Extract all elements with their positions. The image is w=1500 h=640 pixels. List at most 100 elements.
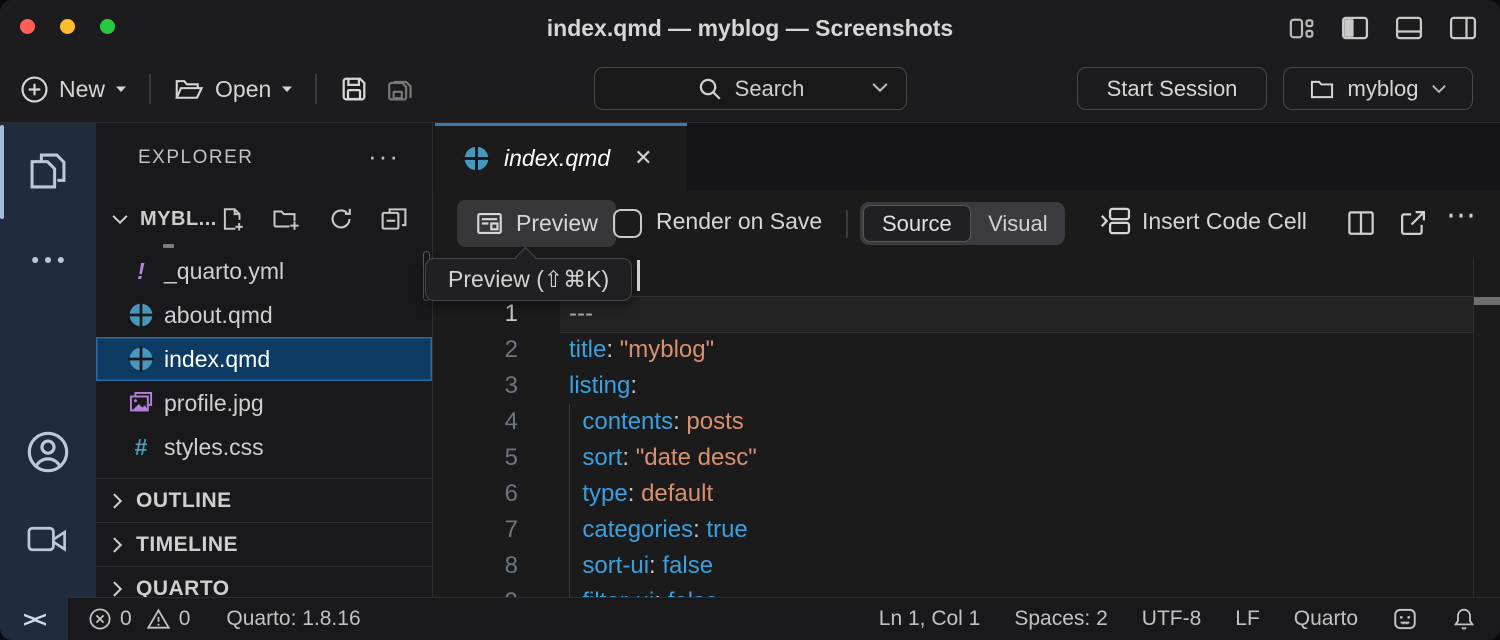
- code-text: contents: posts: [569, 408, 744, 436]
- toolbar-separator: [315, 74, 317, 104]
- folder-icon: [1308, 76, 1336, 102]
- code-text: listing:: [569, 372, 637, 400]
- editor-more-actions-icon[interactable]: ⋯: [1446, 198, 1477, 233]
- workbench: EXPLORER ··· MYBL...: [0, 123, 1500, 597]
- code-text: filter-ui: false: [569, 588, 718, 597]
- search-input[interactable]: Search: [594, 67, 907, 110]
- window-title: index.qmd — myblog — Screenshots: [0, 0, 1500, 56]
- new-folder-icon[interactable]: [272, 205, 302, 233]
- preview-button[interactable]: Preview: [457, 200, 616, 247]
- chevron-down-icon: [1430, 82, 1448, 95]
- visual-mode-button[interactable]: Visual: [971, 211, 1065, 237]
- explorer-more-icon[interactable]: ···: [368, 141, 400, 172]
- project-selector-button[interactable]: myblog: [1283, 67, 1473, 110]
- line-number[interactable]: 7: [434, 516, 518, 544]
- toggle-primary-sidebar-icon[interactable]: [1340, 14, 1370, 42]
- code-line-6[interactable]: 6 type: default: [434, 476, 1500, 512]
- tooltip-text: Preview (⇧⌘K): [448, 266, 609, 293]
- language-mode-status[interactable]: Quarto: [1294, 607, 1358, 631]
- tab-close-icon[interactable]: ✕: [634, 145, 652, 171]
- file-tree: !_quarto.yml about.qmd index.qmdprofile.jp…: [96, 249, 432, 469]
- chevron-down-icon[interactable]: [870, 80, 890, 94]
- open-in-new-window-icon[interactable]: [1398, 208, 1428, 238]
- code-line-4[interactable]: 4 contents: posts: [434, 404, 1500, 440]
- warning-icon: [146, 607, 171, 631]
- new-file-icon[interactable]: [220, 205, 246, 233]
- tab-index-qmd[interactable]: index.qmd ✕: [435, 123, 687, 190]
- save-all-icon[interactable]: [383, 74, 415, 104]
- tree-item-index-qmd[interactable]: index.qmd: [96, 337, 432, 381]
- line-number[interactable]: 8: [434, 552, 518, 580]
- text-cursor: [637, 260, 640, 291]
- new-button[interactable]: New: [20, 75, 127, 104]
- cursor-position-status[interactable]: Ln 1, Col 1: [879, 607, 981, 631]
- render-on-save-checkbox[interactable]: [613, 209, 642, 238]
- feedback-face-icon[interactable]: [1392, 606, 1418, 632]
- line-number[interactable]: 1: [434, 300, 518, 328]
- file-name-label: _quarto.yml: [164, 258, 284, 285]
- code-line-2[interactable]: 2title: "myblog": [434, 332, 1500, 368]
- line-number[interactable]: 3: [434, 372, 518, 400]
- line-number[interactable]: 5: [434, 444, 518, 472]
- remote-indicator[interactable]: ><: [0, 598, 68, 640]
- quarto-version-status[interactable]: Quarto: 1.8.16: [226, 607, 360, 631]
- line-number[interactable]: 4: [434, 408, 518, 436]
- code-area[interactable]: 1---2title: "myblog" 3 listing: 4 contents:…: [434, 257, 1500, 597]
- encoding-status[interactable]: UTF-8: [1142, 607, 1202, 631]
- indent-guide: [569, 404, 570, 597]
- tree-item--quarto-yml[interactable]: !_quarto.yml: [96, 249, 432, 293]
- sidebar-section-timeline[interactable]: TIMELINE: [96, 522, 432, 566]
- more-views-icon[interactable]: [0, 253, 96, 267]
- tab-bar: index.qmd ✕: [434, 123, 1500, 190]
- customize-layout-icon[interactable]: [1287, 15, 1316, 42]
- eol-status[interactable]: LF: [1235, 607, 1260, 631]
- overview-ruler-cursor-mark: [1474, 297, 1500, 305]
- tree-item-about-qmd[interactable]: about.qmd: [96, 293, 432, 337]
- code-line-7[interactable]: 7 categories: true: [434, 512, 1500, 548]
- start-session-button[interactable]: Start Session: [1077, 67, 1267, 110]
- tree-item-profile-jpg[interactable]: profile.jpg: [96, 381, 432, 425]
- explorer-activity-icon[interactable]: [0, 149, 96, 193]
- line-number[interactable]: 6: [434, 480, 518, 508]
- overview-ruler-divider: [1473, 257, 1474, 597]
- tree-item-styles-css[interactable]: #styles.css: [96, 425, 432, 469]
- notifications-bell-icon[interactable]: [1452, 606, 1476, 632]
- workspace-section-header[interactable]: MYBL...: [96, 195, 432, 243]
- status-bar: >< 0 0 Quarto: 1.8.16 Ln 1, Col 1: [0, 597, 1500, 640]
- code-line-1[interactable]: 1---: [434, 296, 1500, 332]
- editor-toolbar-separator: [846, 210, 848, 238]
- insert-code-cell-button[interactable]: Insert Code Cell: [1098, 204, 1307, 238]
- source-mode-button[interactable]: Source: [863, 205, 971, 242]
- open-button[interactable]: Open: [173, 75, 293, 103]
- start-session-label: Start Session: [1107, 76, 1238, 102]
- code-line-3[interactable]: 3 listing:: [434, 368, 1500, 404]
- code-text: sort: "date desc": [569, 444, 757, 472]
- collapse-all-icon[interactable]: [380, 205, 408, 233]
- account-icon[interactable]: [0, 429, 96, 475]
- sidebar-section-quarto[interactable]: QUARTO: [96, 566, 432, 597]
- code-line-9[interactable]: 9 filter-ui: false: [434, 584, 1500, 597]
- screencast-camera-icon[interactable]: [0, 521, 96, 557]
- workspace-name-label: MYBL...: [140, 208, 217, 231]
- titlebar: index.qmd — myblog — Screenshots: [0, 0, 1500, 56]
- toggle-secondary-sidebar-icon[interactable]: [1448, 14, 1478, 42]
- refresh-icon[interactable]: [328, 205, 354, 233]
- code-line-5[interactable]: 5 sort: "date desc": [434, 440, 1500, 476]
- line-number[interactable]: 2: [434, 336, 518, 364]
- line-number[interactable]: 9: [434, 588, 518, 597]
- error-count: 0: [120, 607, 132, 631]
- code-line-8[interactable]: 8 sort-ui: false: [434, 548, 1500, 584]
- warning-count: 0: [179, 607, 191, 631]
- indentation-status[interactable]: Spaces: 2: [1014, 607, 1107, 631]
- sidebar-section-outline[interactable]: OUTLINE: [96, 478, 432, 522]
- preview-tooltip: Preview (⇧⌘K): [425, 258, 632, 301]
- split-editor-icon[interactable]: [1346, 208, 1376, 238]
- file-name-label: about.qmd: [164, 302, 273, 329]
- search-label: Search: [735, 76, 805, 102]
- chevron-right-icon: [110, 579, 124, 598]
- save-icon[interactable]: [339, 74, 369, 104]
- problems-status[interactable]: 0 0: [88, 607, 190, 631]
- editor-group: index.qmd ✕ Preview Render o: [434, 123, 1500, 597]
- activity-bar: [0, 123, 96, 597]
- toggle-panel-icon[interactable]: [1394, 14, 1424, 42]
